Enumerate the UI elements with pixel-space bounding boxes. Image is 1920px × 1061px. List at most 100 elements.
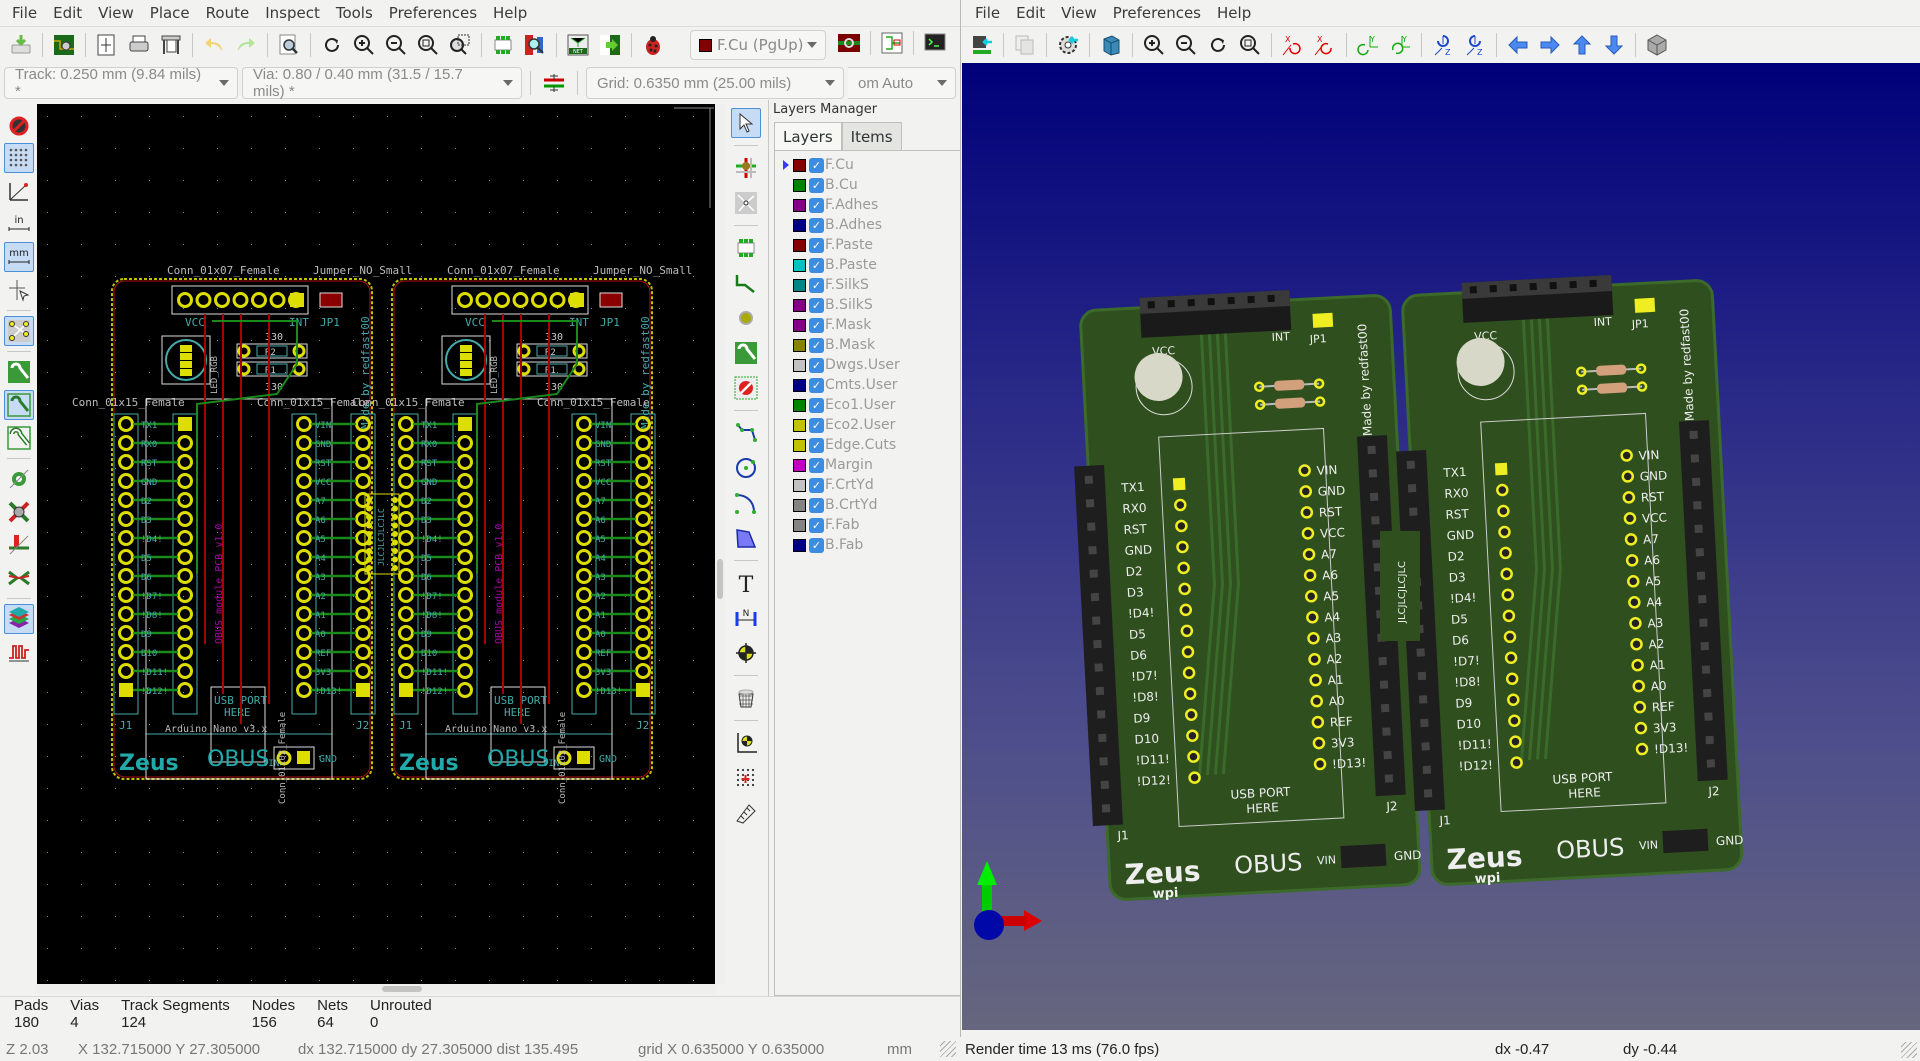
layer-row[interactable]: ✓ Dwgs.User: [775, 355, 960, 375]
layer-row[interactable]: ✓ Eco1.User: [775, 395, 960, 415]
add-dimension-icon[interactable]: N: [731, 603, 761, 633]
layer-color-swatch[interactable]: [793, 218, 806, 232]
units-inch-icon[interactable]: in: [4, 209, 34, 239]
auto-track-width-icon[interactable]: [539, 68, 569, 98]
layer-visibility-checkbox[interactable]: ✓: [809, 357, 824, 373]
layer-color-swatch[interactable]: [793, 538, 806, 552]
layer-row[interactable]: ✓ F.Paste: [775, 235, 960, 255]
resize-grip[interactable]: [1901, 1042, 1917, 1058]
layer-visibility-checkbox[interactable]: ✓: [809, 157, 824, 173]
layer-row[interactable]: ✓ F.Mask: [775, 315, 960, 335]
3d-viewport[interactable]: VCC INT JP1 Made by redfast00 TX1 RX0 RST GND D2…: [962, 63, 1920, 1030]
redraw-icon[interactable]: [317, 30, 347, 60]
route-track-icon[interactable]: [731, 268, 761, 298]
pcbnew-menu-place[interactable]: Place: [142, 4, 198, 22]
layer-color-swatch[interactable]: [793, 418, 806, 432]
measure-icon[interactable]: [731, 798, 761, 828]
pcbnew-menu-edit[interactable]: Edit: [45, 4, 90, 22]
layer-color-swatch[interactable]: [793, 158, 806, 172]
zoom-selection-icon[interactable]: [445, 30, 475, 60]
via-sketch-icon[interactable]: [4, 497, 34, 527]
layer-row[interactable]: ✓ B.CrtYd: [775, 495, 960, 515]
layer-row[interactable]: ✓ Edge.Cuts: [775, 435, 960, 455]
layer-color-swatch[interactable]: [793, 298, 806, 312]
layer-visibility-checkbox[interactable]: ✓: [809, 317, 824, 333]
pcbnew-menu-preferences[interactable]: Preferences: [381, 4, 485, 22]
layer-color-swatch[interactable]: [793, 258, 806, 272]
layer-color-swatch[interactable]: [793, 238, 806, 252]
redraw-icon[interactable]: [1203, 30, 1233, 60]
zoom-fit-icon[interactable]: [413, 30, 443, 60]
zoom-in-icon[interactable]: [349, 30, 379, 60]
via-size-select[interactable]: Via: 0.80 / 0.40 mm (31.5 / 15.7 mils) *: [242, 66, 522, 100]
layer-visibility-checkbox[interactable]: ✓: [809, 297, 824, 313]
layer-visibility-checkbox[interactable]: ✓: [809, 337, 824, 353]
layer-visibility-checkbox[interactable]: ✓: [809, 437, 824, 453]
layer-color-swatch[interactable]: [793, 498, 806, 512]
layer-visibility-checkbox[interactable]: ✓: [809, 277, 824, 293]
layer-row[interactable]: ✓ B.Mask: [775, 335, 960, 355]
zone-outline-icon[interactable]: [3, 390, 34, 420]
grid-select[interactable]: Grid: 0.6350 mm (25.00 mils): [586, 67, 844, 99]
3d-settings-icon[interactable]: [1053, 30, 1083, 60]
reload-board-icon[interactable]: [967, 30, 997, 60]
layer-color-swatch[interactable]: [793, 278, 806, 292]
rotate-x-ccw-icon[interactable]: X: [1310, 30, 1340, 60]
page-settings-icon[interactable]: [92, 30, 122, 60]
raytracing-icon[interactable]: [1096, 30, 1126, 60]
layer-visibility-checkbox[interactable]: ✓: [809, 497, 824, 513]
pan-left-icon[interactable]: [1503, 30, 1533, 60]
layer-visibility-checkbox[interactable]: ✓: [809, 217, 824, 233]
layer-visibility-checkbox[interactable]: ✓: [809, 537, 824, 553]
track-sketch-icon[interactable]: [4, 530, 34, 560]
layer-color-swatch[interactable]: [793, 378, 806, 392]
schematic-icon[interactable]: [877, 28, 907, 58]
local-ratsnest-icon[interactable]: [731, 188, 761, 218]
add-zone-icon[interactable]: [731, 338, 761, 368]
set-origin-icon[interactable]: [731, 728, 761, 758]
zoom-out-icon[interactable]: [1171, 30, 1201, 60]
layer-row[interactable]: ✓ Eco2.User: [775, 415, 960, 435]
redo-icon[interactable]: [231, 30, 261, 60]
horizontal-scrollbar[interactable]: [37, 984, 715, 994]
footprint-browser-icon[interactable]: [520, 30, 550, 60]
layer-row[interactable]: ✓ B.Fab: [775, 535, 960, 555]
footprint-editor-icon[interactable]: [488, 30, 518, 60]
pcbnew-menu-view[interactable]: View: [90, 4, 142, 22]
tab-items[interactable]: Items: [841, 122, 902, 150]
vertical-scrollbar[interactable]: [715, 104, 725, 984]
scripting-console-icon[interactable]: [920, 28, 950, 58]
rotate-z-cw-icon[interactable]: Z: [1428, 30, 1458, 60]
tab-layers[interactable]: Layers: [774, 122, 842, 150]
viewer3d-menu-view[interactable]: View: [1053, 4, 1105, 22]
update-pcb-icon[interactable]: [595, 30, 625, 60]
pan-down-icon[interactable]: [1599, 30, 1629, 60]
highlight-net-icon[interactable]: [731, 153, 761, 183]
layer-row[interactable]: ✓ Margin: [775, 455, 960, 475]
units-mm-icon[interactable]: mm: [3, 242, 34, 272]
resize-grip[interactable]: [940, 1041, 956, 1057]
high-contrast-icon[interactable]: [4, 563, 34, 593]
draw-arc-icon[interactable]: [731, 488, 761, 518]
layer-row[interactable]: ✓ B.SilkS: [775, 295, 960, 315]
layer-visibility-checkbox[interactable]: ✓: [809, 177, 824, 193]
layer-row[interactable]: ✓ Cmts.User: [775, 375, 960, 395]
zoom-fit-icon[interactable]: [1235, 30, 1265, 60]
grid-origin-icon[interactable]: [731, 763, 761, 793]
board-setup-icon[interactable]: [49, 30, 79, 60]
find-icon[interactable]: [274, 30, 304, 60]
scrollbar-thumb[interactable]: [382, 986, 422, 992]
layer-color-swatch[interactable]: [793, 358, 806, 372]
zone-nofill-icon[interactable]: [4, 423, 34, 453]
layer-row[interactable]: ✓ B.Paste: [775, 255, 960, 275]
layer-color-swatch[interactable]: [793, 338, 806, 352]
pcbnew-menu-file[interactable]: File: [4, 4, 45, 22]
layer-row[interactable]: ✓ F.Adhes: [775, 195, 960, 215]
layer-color-swatch[interactable]: [793, 458, 806, 472]
plot-icon[interactable]: [156, 30, 186, 60]
layer-row[interactable]: ✓ F.CrtYd: [775, 475, 960, 495]
polar-coords-icon[interactable]: [4, 176, 34, 206]
layer-visibility-checkbox[interactable]: ✓: [809, 257, 824, 273]
add-keepout-icon[interactable]: [731, 373, 761, 403]
delete-icon[interactable]: [731, 683, 761, 713]
